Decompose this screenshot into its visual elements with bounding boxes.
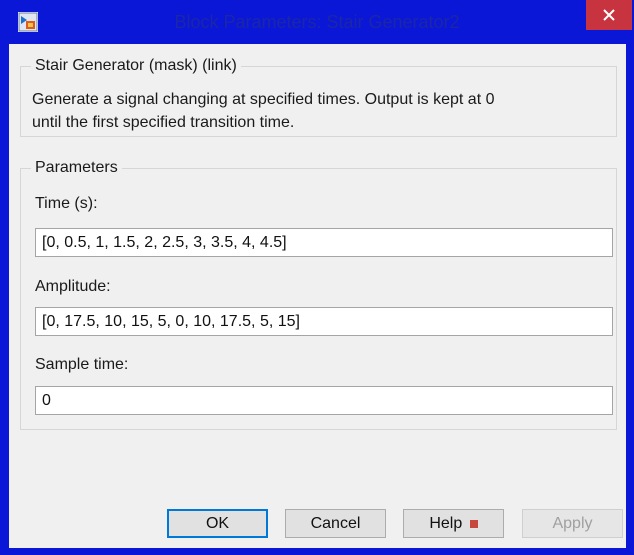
sample-time-label: Sample time: <box>35 356 129 373</box>
time-input[interactable]: [0, 0.5, 1, 1.5, 2, 2.5, 3, 3.5, 4, 4.5] <box>35 228 613 257</box>
mask-description-line-1: Generate a signal changing at specified … <box>32 91 495 108</box>
close-button[interactable] <box>586 0 632 30</box>
amplitude-label: Amplitude: <box>35 278 111 295</box>
help-button[interactable]: Help <box>403 509 504 538</box>
mask-description-line-2: until the first specified transition tim… <box>32 114 295 131</box>
apply-button[interactable]: Apply <box>522 509 623 538</box>
dialog-client-area: Stair Generator (mask) (link) Generate a… <box>9 44 626 548</box>
cancel-button[interactable]: Cancel <box>285 509 386 538</box>
cancel-button-label: Cancel <box>310 515 361 532</box>
help-button-label: Help <box>429 515 463 532</box>
title-bar[interactable]: Block Parameters: Stair Generator2 <box>0 0 634 44</box>
sample-time-input[interactable]: 0 <box>35 386 613 415</box>
ok-button-label: OK <box>205 515 230 532</box>
help-marker-icon <box>469 520 478 528</box>
close-icon <box>603 9 615 21</box>
time-label: Time (s): <box>35 195 98 212</box>
ok-button[interactable]: OK <box>167 509 268 538</box>
amplitude-input[interactable]: [0, 17.5, 10, 15, 5, 0, 10, 17.5, 5, 15] <box>35 307 613 336</box>
apply-button-label: Apply <box>552 515 593 532</box>
parameters-group-title: Parameters <box>31 158 122 178</box>
window-title: Block Parameters: Stair Generator2 <box>174 12 460 32</box>
dialog-window: Block Parameters: Stair Generator2 Stair… <box>0 0 634 555</box>
mask-group-title: Stair Generator (mask) (link) <box>31 56 241 76</box>
